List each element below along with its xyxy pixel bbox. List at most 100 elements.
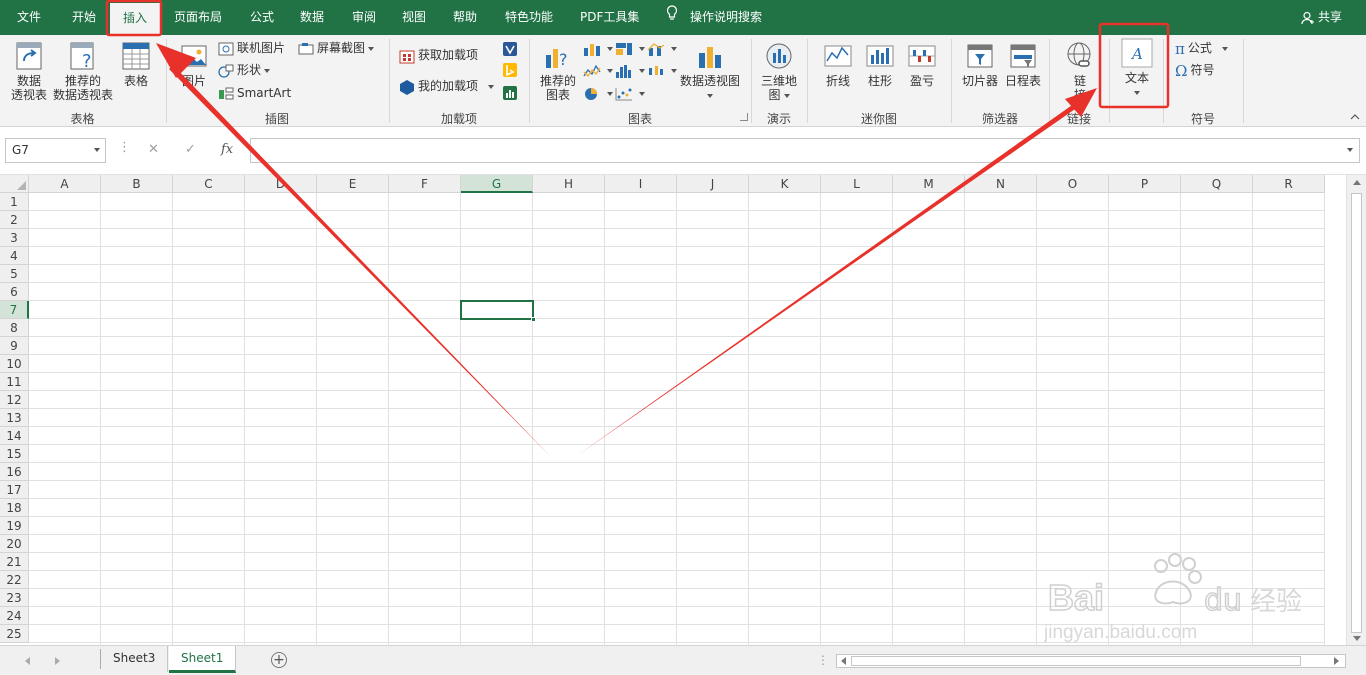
column-header-d[interactable]: D xyxy=(245,175,317,193)
tell-me-search[interactable]: 操作说明搜索 xyxy=(666,0,762,35)
prev-sheet-icon[interactable] xyxy=(25,657,30,665)
row-header-25[interactable]: 25 xyxy=(0,625,29,643)
pivot-chart-button[interactable]: 数据透视图 xyxy=(680,41,740,102)
horizontal-scrollbar[interactable] xyxy=(836,654,1346,668)
insert-function-icon[interactable]: fx xyxy=(221,142,233,157)
symbol-button[interactable]: Ω 符号 xyxy=(1175,60,1214,80)
vertical-scroll-thumb[interactable] xyxy=(1351,193,1362,633)
timeline-button[interactable]: 日程表 xyxy=(1003,41,1043,88)
tab-help[interactable]: 帮助 xyxy=(453,0,477,35)
slicer-button[interactable]: 切片器 xyxy=(960,41,1000,88)
active-cell[interactable] xyxy=(460,300,536,322)
next-sheet-icon[interactable] xyxy=(55,657,60,665)
table-button[interactable]: 表格 xyxy=(118,41,154,88)
smartart-button[interactable]: SmartArt xyxy=(218,83,291,103)
select-all-corner[interactable] xyxy=(0,175,29,193)
row-header-6[interactable]: 6 xyxy=(0,283,29,301)
more-options-icon[interactable]: ⋮ xyxy=(118,140,131,155)
row-header-2[interactable]: 2 xyxy=(0,211,29,229)
tab-review[interactable]: 审阅 xyxy=(352,0,376,35)
sparkline-column-button[interactable]: 柱形 xyxy=(862,41,898,88)
formula-input[interactable] xyxy=(250,138,1360,163)
scroll-up-icon[interactable] xyxy=(1353,180,1361,185)
row-header-14[interactable]: 14 xyxy=(0,427,29,445)
share-button[interactable]: 共享 xyxy=(1301,0,1342,35)
bar-chart-dropdown[interactable] xyxy=(615,38,645,58)
bing-icon[interactable] xyxy=(502,62,518,78)
column-header-n[interactable]: N xyxy=(965,175,1037,193)
shapes-button[interactable]: 形状 xyxy=(218,60,271,80)
visio-icon[interactable] xyxy=(502,41,518,57)
name-box[interactable]: G7 xyxy=(5,138,106,163)
waterfall-chart-dropdown[interactable] xyxy=(583,60,613,80)
row-header-19[interactable]: 19 xyxy=(0,517,29,535)
row-header-22[interactable]: 22 xyxy=(0,571,29,589)
row-header-18[interactable]: 18 xyxy=(0,499,29,517)
row-header-16[interactable]: 16 xyxy=(0,463,29,481)
row-header-23[interactable]: 23 xyxy=(0,589,29,607)
statistic-chart-dropdown[interactable] xyxy=(615,60,645,80)
row-header-21[interactable]: 21 xyxy=(0,553,29,571)
tab-page-layout[interactable]: 页面布局 xyxy=(174,0,222,35)
row-header-5[interactable]: 5 xyxy=(0,265,29,283)
recommended-charts-button[interactable]: ? 推荐的 图表 xyxy=(538,41,578,102)
column-header-c[interactable]: C xyxy=(173,175,245,193)
people-graph-icon[interactable] xyxy=(502,85,518,101)
column-header-f[interactable]: F xyxy=(389,175,461,193)
column-header-m[interactable]: M xyxy=(893,175,965,193)
cancel-icon[interactable]: ✕ xyxy=(148,142,159,157)
column-header-o[interactable]: O xyxy=(1037,175,1109,193)
horizontal-scroll-thumb[interactable] xyxy=(851,656,1301,666)
column-header-e[interactable]: E xyxy=(317,175,389,193)
row-header-24[interactable]: 24 xyxy=(0,607,29,625)
row-header-13[interactable]: 13 xyxy=(0,409,29,427)
pivot-table-button[interactable]: 数据 透视表 xyxy=(10,41,48,102)
resize-handle-icon[interactable]: ⋮ xyxy=(817,653,829,667)
pie-chart-dropdown[interactable] xyxy=(583,83,613,103)
row-header-12[interactable]: 12 xyxy=(0,391,29,409)
column-header-i[interactable]: I xyxy=(605,175,677,193)
3d-map-button[interactable]: 三维地 图 xyxy=(760,41,798,102)
column-header-a[interactable]: A xyxy=(29,175,101,193)
vertical-scrollbar[interactable] xyxy=(1346,175,1366,645)
row-header-10[interactable]: 10 xyxy=(0,355,29,373)
tab-insert[interactable]: 插入 xyxy=(110,3,160,35)
get-addins-button[interactable]: 获取加载项 xyxy=(399,45,478,65)
row-header-1[interactable]: 1 xyxy=(0,193,29,211)
sparkline-winloss-button[interactable]: 盈亏 xyxy=(904,41,940,88)
row-header-9[interactable]: 9 xyxy=(0,337,29,355)
tab-special-features[interactable]: 特色功能 xyxy=(505,0,553,35)
online-pictures-button[interactable]: 联机图片 xyxy=(218,38,285,58)
column-header-p[interactable]: P xyxy=(1109,175,1181,193)
link-button[interactable]: 链 接 xyxy=(1062,41,1098,102)
column-header-r[interactable]: R xyxy=(1253,175,1325,193)
sparkline-line-button[interactable]: 折线 xyxy=(820,41,856,88)
stock-chart-dropdown[interactable] xyxy=(647,60,677,80)
screenshot-button[interactable]: 屏幕截图 xyxy=(298,38,375,58)
column-header-k[interactable]: K xyxy=(749,175,821,193)
row-header-4[interactable]: 4 xyxy=(0,247,29,265)
scroll-down-icon[interactable] xyxy=(1353,636,1361,641)
equation-button[interactable]: π 公式 xyxy=(1175,38,1228,58)
column-header-j[interactable]: J xyxy=(677,175,749,193)
row-header-8[interactable]: 8 xyxy=(0,319,29,337)
row-header-17[interactable]: 17 xyxy=(0,481,29,499)
scroll-right-icon[interactable] xyxy=(1334,657,1339,665)
text-button[interactable]: A 文本 xyxy=(1114,38,1160,98)
enter-icon[interactable]: ✓ xyxy=(185,142,196,157)
column-chart-dropdown[interactable] xyxy=(583,38,613,58)
column-header-g[interactable]: G xyxy=(461,175,533,193)
row-header-3[interactable]: 3 xyxy=(0,229,29,247)
add-sheet-button[interactable]: + xyxy=(271,652,287,668)
tab-view[interactable]: 视图 xyxy=(402,0,426,35)
pictures-button[interactable]: 图片 xyxy=(176,41,212,88)
column-header-b[interactable]: B xyxy=(101,175,173,193)
sheet-tab-sheet3[interactable]: Sheet3 xyxy=(101,646,169,672)
tab-pdf-tools[interactable]: PDF工具集 xyxy=(580,0,639,35)
row-header-7[interactable]: 7 xyxy=(0,301,29,319)
recommended-pivot-button[interactable]: ? 推荐的 数据透视表 xyxy=(52,41,114,102)
fill-handle[interactable] xyxy=(531,317,536,322)
collapse-ribbon-icon[interactable] xyxy=(1350,113,1360,121)
my-addins-button[interactable]: 我的加载项 xyxy=(399,76,495,96)
column-header-h[interactable]: H xyxy=(533,175,605,193)
